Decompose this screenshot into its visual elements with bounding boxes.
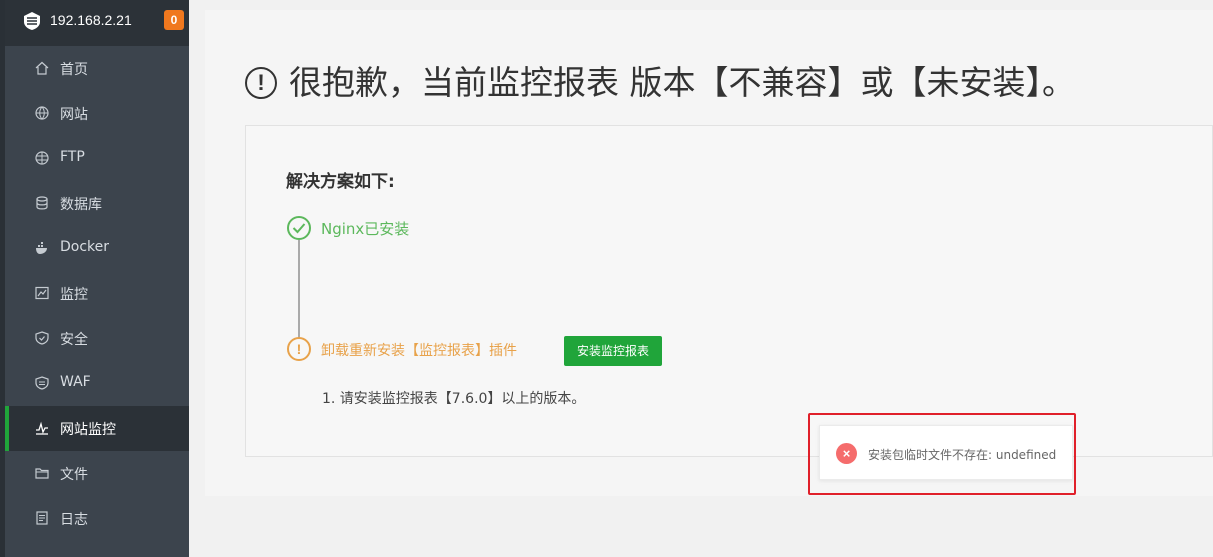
sidebar: 192.168.2.21 0 首页 网站 FTP 数据库 Docker 监控 安… [0,0,189,557]
sidebar-item-label: 网站监控 [60,422,116,438]
solution-title: 解决方案如下: [286,172,395,192]
headline-text: 很抱歉，当前监控报表 版本【不兼容】或【未安装】。 [289,63,1075,102]
step-reinstall-plugin: 卸载重新安装【监控报表】插件 [321,343,517,359]
sidebar-item-label: 安全 [60,332,88,348]
sidebar-item-security[interactable]: 安全 [5,316,189,361]
sidebar-item-home[interactable]: 首页 [5,46,189,91]
sidebar-item-label: 首页 [60,62,88,78]
folder-icon [35,468,49,479]
sidebar-item-label: FTP [60,149,85,165]
monitor-icon [35,286,49,300]
home-icon [35,61,49,75]
active-indicator [5,406,9,451]
sidebar-item-label: 监控 [60,287,88,303]
waf-icon [35,376,49,390]
install-monitor-report-button[interactable]: 安装监控报表 [564,336,662,366]
sidebar-item-site-monitor[interactable]: 网站监控 [5,406,189,451]
version-note: 1. 请安装监控报表【7.6.0】以上的版本。 [322,391,586,407]
sidebar-item-database[interactable]: 数据库 [5,181,189,226]
server-header[interactable]: 192.168.2.21 0 [5,0,189,46]
sidebar-item-logs[interactable]: 日志 [5,496,189,541]
database-icon [36,196,48,210]
sidebar-item-ftp[interactable]: FTP [5,136,189,181]
sidebar-item-label: WAF [60,374,91,390]
notification-badge[interactable]: 0 [164,10,184,30]
sidebar-item-label: 数据库 [60,197,102,213]
server-ip: 192.168.2.21 [50,12,132,28]
sidebar-item-label: 文件 [60,467,88,483]
docker-icon [36,242,47,254]
check-circle-icon [287,216,311,240]
log-icon [36,511,48,525]
sidebar-item-monitor[interactable]: 监控 [5,271,189,316]
sidebar-item-waf[interactable]: WAF [5,361,189,406]
highlight-box [808,413,1076,495]
warning-icon: ! [245,67,277,99]
sidebar-item-label: 日志 [60,512,88,528]
sidebar-item-files[interactable]: 文件 [5,451,189,496]
warning-circle-icon: ! [287,337,311,361]
sidebar-item-label: Docker [60,239,110,255]
page-title: ! 很抱歉，当前监控报表 版本【不兼容】或【未安装】。 [245,56,1075,104]
shield-icon [35,331,49,345]
sidebar-item-website[interactable]: 网站 [5,91,189,136]
step-connector [298,240,300,338]
step-nginx-installed: Nginx已安装 [321,220,410,238]
sidebar-item-label: 网站 [60,107,88,123]
ftp-icon [35,151,49,165]
solution-panel: 解决方案如下: Nginx已安装 ! 卸载重新安装【监控报表】插件 安装监控报表… [245,125,1213,457]
server-logo-icon [24,12,40,30]
sidebar-item-docker[interactable]: Docker [5,226,189,271]
site-monitor-icon [36,421,48,435]
globe-icon [35,106,49,120]
